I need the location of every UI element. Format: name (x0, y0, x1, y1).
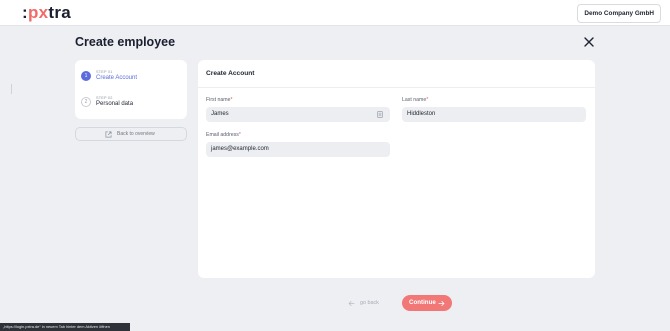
email-value: james@example.com (211, 145, 269, 152)
logo-text: :pxtra (22, 3, 72, 22)
steps-card: 1 STEP 01 Create Account 2 STEP 02 Perso… (75, 60, 187, 119)
logo-accent-letters: px (27, 3, 49, 22)
step-connector (11, 84, 12, 94)
step-number-badge: 2 (81, 97, 91, 107)
last-name-value: Hiddleston (407, 110, 436, 117)
email-label-text: Email address (206, 132, 239, 138)
first-name-label-text: First name (206, 97, 231, 103)
external-link-icon (105, 131, 112, 138)
arrow-left-icon (348, 301, 355, 306)
step-number-badge: 1 (81, 71, 91, 81)
continue-button[interactable]: Continue (402, 295, 452, 311)
form-title: Create Account (206, 70, 255, 77)
last-name-label-text: Last name (402, 97, 427, 103)
arrow-right-icon (438, 300, 445, 306)
go-back-label: go back (360, 300, 379, 306)
required-mark: * (238, 132, 241, 138)
first-name-value: James (211, 110, 229, 117)
step-title: Personal data (96, 101, 134, 107)
step-title: Create Account (96, 75, 138, 81)
browser-status-bar: „https://login.pxtra.de“ in neuem Tab hi… (0, 323, 130, 331)
last-name-label: Last name* (402, 97, 428, 103)
page-title: Create employee (75, 35, 176, 49)
go-back-button[interactable]: go back (348, 299, 382, 309)
back-to-overview-button[interactable]: Back to overview (75, 127, 187, 141)
first-name-input[interactable]: James (206, 107, 390, 122)
step-caption: STEP 02 (96, 96, 113, 100)
email-input[interactable]: james@example.com (206, 142, 390, 157)
password-manager-icon[interactable] (377, 111, 383, 118)
close-icon[interactable] (583, 36, 595, 48)
company-name: Demo Company GmbH (584, 10, 654, 17)
top-bar: :pxtra Demo Company GmbH (0, 0, 670, 26)
back-to-overview-label: Back to overview (117, 130, 155, 137)
last-name-input[interactable]: Hiddleston (402, 107, 586, 122)
pxtra-logo[interactable]: :pxtra (22, 3, 71, 23)
first-name-label: First name* (206, 97, 233, 103)
required-mark: * (426, 97, 429, 103)
required-mark: * (230, 97, 233, 103)
form-divider (198, 87, 595, 88)
email-label: Email address* (206, 132, 241, 138)
company-switcher-button[interactable]: Demo Company GmbH (577, 4, 661, 23)
continue-label: Continue (409, 299, 436, 306)
create-account-form: Create Account First name* James Last na… (198, 60, 595, 278)
step-caption: STEP 01 (96, 70, 113, 74)
